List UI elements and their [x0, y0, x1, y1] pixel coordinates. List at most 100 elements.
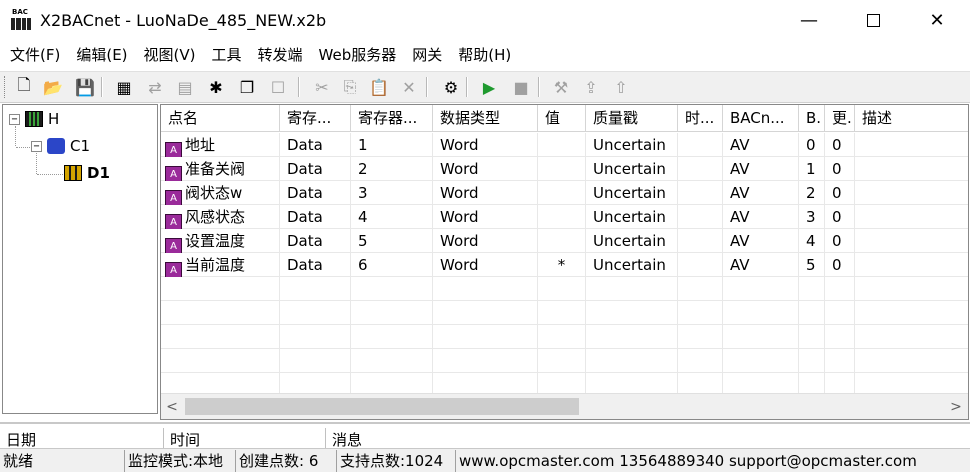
- batch-point-icon[interactable]: ❐: [236, 76, 258, 98]
- menu-gateway[interactable]: 网关: [404, 42, 450, 68]
- table-row[interactable]: A 当前温度 Data 6 Word * Uncertain AV 5 0: [161, 253, 968, 277]
- table-cell: AV: [723, 181, 799, 205]
- menu-forwarder[interactable]: 转发端: [250, 42, 311, 68]
- table-cell: [433, 301, 538, 325]
- properties-icon[interactable]: ☐: [267, 76, 289, 98]
- scroll-left-icon[interactable]: <: [161, 394, 183, 419]
- column-header[interactable]: 点名: [161, 105, 280, 132]
- status-mode: 监控模式:本地: [124, 450, 235, 472]
- column-header[interactable]: B.: [799, 105, 825, 132]
- table-cell: [678, 133, 723, 157]
- table-cell: [433, 349, 538, 373]
- list-header: 点名 寄存... 寄存器... 数据类型值质量戳 时... BACn... B. 更. 描述: [161, 105, 968, 132]
- table-cell: 0: [825, 205, 855, 229]
- menu-view[interactable]: 视图(V): [136, 42, 204, 68]
- status-supported-points: 支持点数:1024: [336, 450, 455, 472]
- add-device-icon[interactable]: ▤: [174, 76, 196, 98]
- table-cell: 0: [825, 157, 855, 181]
- column-header[interactable]: BACn...: [723, 105, 799, 132]
- column-header[interactable]: 质量戳: [586, 105, 678, 132]
- column-header[interactable]: 描述: [855, 105, 968, 132]
- table-row[interactable]: A 准备关阀 Data 2 Word Uncertain AV 1 0: [161, 157, 968, 181]
- table-cell: [855, 205, 968, 229]
- collapse-icon[interactable]: −: [9, 113, 20, 125]
- delete-icon[interactable]: ✕: [398, 76, 420, 98]
- add-point-icon[interactable]: ✱: [205, 76, 227, 98]
- point-list: 点名 寄存... 寄存器... 数据类型值质量戳 时... BACn... B. 更. 描述 A…: [160, 104, 969, 420]
- point-name: 准备关阀: [185, 160, 246, 178]
- load-icon[interactable]: ⇪: [580, 76, 602, 98]
- table-cell: 6: [351, 253, 433, 277]
- menu-web-server[interactable]: Web服务器: [311, 42, 405, 68]
- paste-icon[interactable]: 📋: [368, 76, 390, 98]
- menu-tools[interactable]: 工具: [204, 42, 250, 68]
- table-cell: [855, 277, 968, 301]
- table-cell: [161, 349, 280, 373]
- minimize-button[interactable]: —: [786, 0, 832, 40]
- menu-help[interactable]: 帮助(H): [450, 42, 519, 68]
- table-cell: AV: [723, 253, 799, 277]
- scroll-thumb[interactable]: [185, 398, 579, 415]
- log-col-time[interactable]: 时间: [164, 428, 326, 450]
- table-cell: 4: [799, 229, 825, 253]
- tree-node-channel[interactable]: − C1: [31, 136, 90, 156]
- table-row[interactable]: A 风感状态 Data 4 Word Uncertain AV 3 0: [161, 205, 968, 229]
- monitor-icon[interactable]: ⚙: [440, 76, 462, 98]
- menu-edit[interactable]: 编辑(E): [68, 42, 135, 68]
- table-cell: 0: [825, 229, 855, 253]
- maximize-icon: [866, 13, 880, 27]
- table-cell: Data: [280, 205, 351, 229]
- open-folder-icon[interactable]: 📂: [42, 76, 64, 98]
- column-header[interactable]: 更.: [825, 105, 855, 132]
- column-header[interactable]: 时...: [678, 105, 723, 132]
- tree-node-label: C1: [70, 137, 91, 155]
- tools-icon[interactable]: ⚒: [550, 76, 572, 98]
- toolbar: 🗋 📂 💾 ▦ ⇄ ▤ ✱ ❐ ☐ ✂ ⎘ 📋 ✕ ⚙ ▶ ■ ⚒ ⇪ ⇧: [0, 71, 970, 103]
- upload-icon[interactable]: ⇧: [610, 76, 632, 98]
- table-row[interactable]: A 阀状态w Data 3 Word Uncertain AV 2 0: [161, 181, 968, 205]
- column-header[interactable]: 寄存...: [280, 105, 351, 132]
- table-cell: [855, 181, 968, 205]
- add-channel-icon[interactable]: ⇄: [144, 76, 166, 98]
- close-button[interactable]: ✕: [914, 0, 960, 40]
- point-name: 当前温度: [185, 256, 246, 274]
- table-row[interactable]: A 地址 Data 1 Word Uncertain AV 0 0: [161, 133, 968, 157]
- table-row: [161, 277, 968, 301]
- stop-icon[interactable]: ■: [510, 76, 532, 98]
- table-cell: [825, 349, 855, 373]
- cut-icon[interactable]: ✂: [311, 76, 333, 98]
- toolbar-grip[interactable]: [4, 76, 7, 98]
- table-cell: 0: [825, 181, 855, 205]
- table-cell: [280, 349, 351, 373]
- tree-node-device[interactable]: D1: [59, 163, 110, 183]
- tree-view[interactable]: − H − C1 D1: [2, 104, 158, 414]
- log-col-message[interactable]: 消息: [326, 428, 626, 450]
- tree-node-host[interactable]: − H: [9, 109, 59, 129]
- horizontal-scrollbar[interactable]: < >: [161, 393, 968, 419]
- scroll-right-icon[interactable]: >: [945, 394, 967, 419]
- column-header[interactable]: 值: [538, 105, 586, 132]
- add-host-icon[interactable]: ▦: [113, 76, 135, 98]
- table-cell: *: [538, 253, 586, 277]
- table-cell: [586, 325, 678, 349]
- copy-icon[interactable]: ⎘: [339, 76, 361, 98]
- table-row[interactable]: A 设置温度 Data 5 Word Uncertain AV 4 0: [161, 229, 968, 253]
- new-icon[interactable]: 🗋: [13, 75, 35, 98]
- log-col-date[interactable]: 日期: [0, 428, 164, 450]
- run-icon[interactable]: ▶: [478, 76, 500, 98]
- toolbar-separator: [538, 77, 540, 97]
- maximize-button[interactable]: [850, 0, 896, 40]
- status-ready: 就绪: [3, 452, 34, 470]
- menu-file[interactable]: 文件(F): [0, 42, 68, 68]
- table-cell: 3: [799, 205, 825, 229]
- table-cell: [799, 277, 825, 301]
- table-cell: Word: [433, 253, 538, 277]
- collapse-icon[interactable]: −: [31, 140, 42, 152]
- point-icon: A: [165, 190, 182, 205]
- column-header[interactable]: 数据类型: [433, 105, 538, 132]
- save-icon[interactable]: 💾: [74, 76, 96, 98]
- column-header[interactable]: 寄存器...: [351, 105, 433, 132]
- table-cell: 2: [351, 157, 433, 181]
- table-cell: [855, 157, 968, 181]
- table-cell: [678, 325, 723, 349]
